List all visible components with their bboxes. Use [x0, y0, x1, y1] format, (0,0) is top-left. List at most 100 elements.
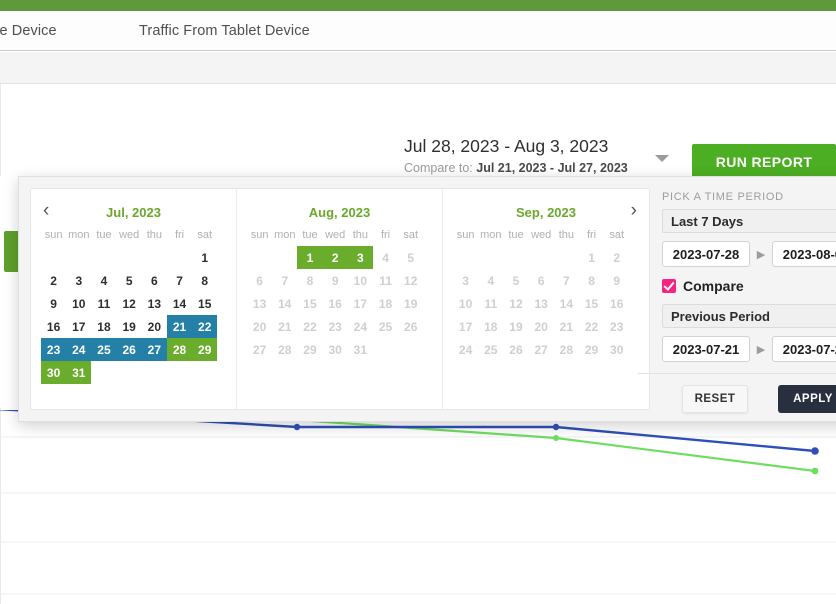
calendar-day[interactable]: 19: [503, 315, 528, 338]
calendar-day[interactable]: 18: [91, 315, 116, 338]
calendar-day[interactable]: 15: [579, 292, 604, 315]
calendar-day[interactable]: 13: [247, 292, 272, 315]
calendar-day[interactable]: 11: [91, 292, 116, 315]
calendar-day[interactable]: 3: [453, 269, 478, 292]
calendar-day[interactable]: 8: [579, 269, 604, 292]
apply-button[interactable]: APPLY: [778, 385, 836, 413]
calendar-day[interactable]: 28: [166, 338, 193, 361]
calendar-day[interactable]: 17: [66, 315, 91, 338]
calendar-day[interactable]: 4: [478, 269, 503, 292]
calendar-day[interactable]: 14: [272, 292, 297, 315]
calendar-day[interactable]: 25: [373, 315, 398, 338]
calendar-day[interactable]: 9: [323, 269, 348, 292]
calendar-day[interactable]: 5: [117, 269, 142, 292]
calendar-day[interactable]: 31: [66, 361, 92, 384]
calendar-day[interactable]: 28: [272, 338, 297, 361]
prev-month-icon[interactable]: ‹: [43, 200, 49, 222]
chevron-down-icon[interactable]: [655, 155, 669, 162]
run-report-button[interactable]: RUN REPORT: [692, 144, 836, 180]
calendar-day[interactable]: 17: [348, 292, 373, 315]
calendar-day[interactable]: 7: [554, 269, 579, 292]
calendar-day[interactable]: 14: [554, 292, 579, 315]
calendar-day[interactable]: 24: [66, 338, 92, 361]
calendar-day[interactable]: 11: [373, 269, 398, 292]
calendar-day[interactable]: 8: [192, 269, 217, 292]
calendar-day[interactable]: 21: [554, 315, 579, 338]
calendar-day[interactable]: 26: [398, 315, 423, 338]
calendar-day[interactable]: 23: [604, 315, 629, 338]
calendar-day[interactable]: 29: [297, 338, 322, 361]
calendar-day[interactable]: 11: [478, 292, 503, 315]
calendar-day[interactable]: 20: [529, 315, 554, 338]
calendar-day[interactable]: 6: [142, 269, 167, 292]
calendar-day[interactable]: 12: [503, 292, 528, 315]
calendar-day[interactable]: 25: [478, 338, 503, 361]
calendar-day[interactable]: 18: [373, 292, 398, 315]
calendar-day[interactable]: 1: [192, 246, 217, 269]
calendar-day[interactable]: 27: [529, 338, 554, 361]
calendar-day[interactable]: 16: [604, 292, 629, 315]
calendar-day[interactable]: 24: [453, 338, 478, 361]
calendar-day[interactable]: 26: [503, 338, 528, 361]
calendar-day[interactable]: 20: [142, 315, 167, 338]
calendar-day[interactable]: 2: [604, 246, 629, 269]
calendar-day[interactable]: 30: [604, 338, 629, 361]
calendar-day[interactable]: 16: [323, 292, 348, 315]
period-end-input[interactable]: 2023-08-03: [772, 241, 836, 267]
time-period-select[interactable]: Last 7 Days: [662, 209, 836, 233]
calendar-day[interactable]: 2: [41, 269, 66, 292]
calendar-day[interactable]: 23: [323, 315, 348, 338]
calendar-day[interactable]: 1: [579, 246, 604, 269]
calendar-day[interactable]: 28: [554, 338, 579, 361]
calendar-day[interactable]: 19: [117, 315, 142, 338]
calendar-day[interactable]: 25: [91, 338, 117, 361]
calendar-day[interactable]: 22: [192, 315, 218, 338]
calendar-day[interactable]: 20: [247, 315, 272, 338]
calendar-day[interactable]: 13: [142, 292, 167, 315]
calendar-day[interactable]: 14: [167, 292, 192, 315]
calendar-day[interactable]: 15: [297, 292, 322, 315]
calendar-day[interactable]: 22: [297, 315, 322, 338]
calendar-day[interactable]: 4: [91, 269, 116, 292]
calendar-day[interactable]: 9: [604, 269, 629, 292]
calendar-day[interactable]: 2: [322, 246, 348, 269]
calendar-day[interactable]: 12: [117, 292, 142, 315]
calendar-day[interactable]: 6: [247, 269, 272, 292]
tab-traffic-from-mobile-device[interactable]: m Mobile Device: [0, 11, 57, 51]
calendar-day[interactable]: 18: [478, 315, 503, 338]
calendar-day[interactable]: 10: [453, 292, 478, 315]
calendar-day[interactable]: 30: [41, 361, 67, 384]
calendar-day[interactable]: 17: [453, 315, 478, 338]
calendar-day[interactable]: 9: [41, 292, 66, 315]
calendar-day[interactable]: 6: [529, 269, 554, 292]
calendar-day[interactable]: 3: [347, 246, 373, 269]
next-month-icon[interactable]: ›: [631, 200, 637, 222]
calendar-day[interactable]: 19: [398, 292, 423, 315]
calendar-day[interactable]: 24: [348, 315, 373, 338]
calendar-day[interactable]: 26: [116, 338, 142, 361]
calendar-day[interactable]: 10: [66, 292, 91, 315]
calendar-day[interactable]: 10: [348, 269, 373, 292]
calendar-day[interactable]: 1: [297, 246, 323, 269]
calendar-day[interactable]: 4: [373, 246, 398, 269]
compare-period-select[interactable]: Previous Period: [662, 304, 836, 328]
calendar-day[interactable]: 5: [503, 269, 528, 292]
calendar-day[interactable]: 15: [192, 292, 217, 315]
period-start-input[interactable]: 2023-07-28: [662, 241, 750, 267]
calendar-day[interactable]: 27: [141, 338, 167, 361]
calendar-day[interactable]: 21: [272, 315, 297, 338]
calendar-day[interactable]: 13: [529, 292, 554, 315]
calendar-day[interactable]: 29: [579, 338, 604, 361]
calendar-day[interactable]: 22: [579, 315, 604, 338]
calendar-day[interactable]: 30: [323, 338, 348, 361]
calendar-day[interactable]: 7: [167, 269, 192, 292]
calendar-day[interactable]: 8: [297, 269, 322, 292]
calendar-day[interactable]: 7: [272, 269, 297, 292]
calendar-day[interactable]: 31: [348, 338, 373, 361]
tab-traffic-from-tablet-device[interactable]: Traffic From Tablet Device: [139, 11, 310, 51]
compare-start-input[interactable]: 2023-07-21: [662, 336, 750, 362]
reset-button[interactable]: RESET: [682, 385, 748, 413]
calendar-day[interactable]: 23: [41, 338, 67, 361]
calendar-day[interactable]: 21: [166, 315, 193, 338]
calendar-day[interactable]: 5: [398, 246, 423, 269]
